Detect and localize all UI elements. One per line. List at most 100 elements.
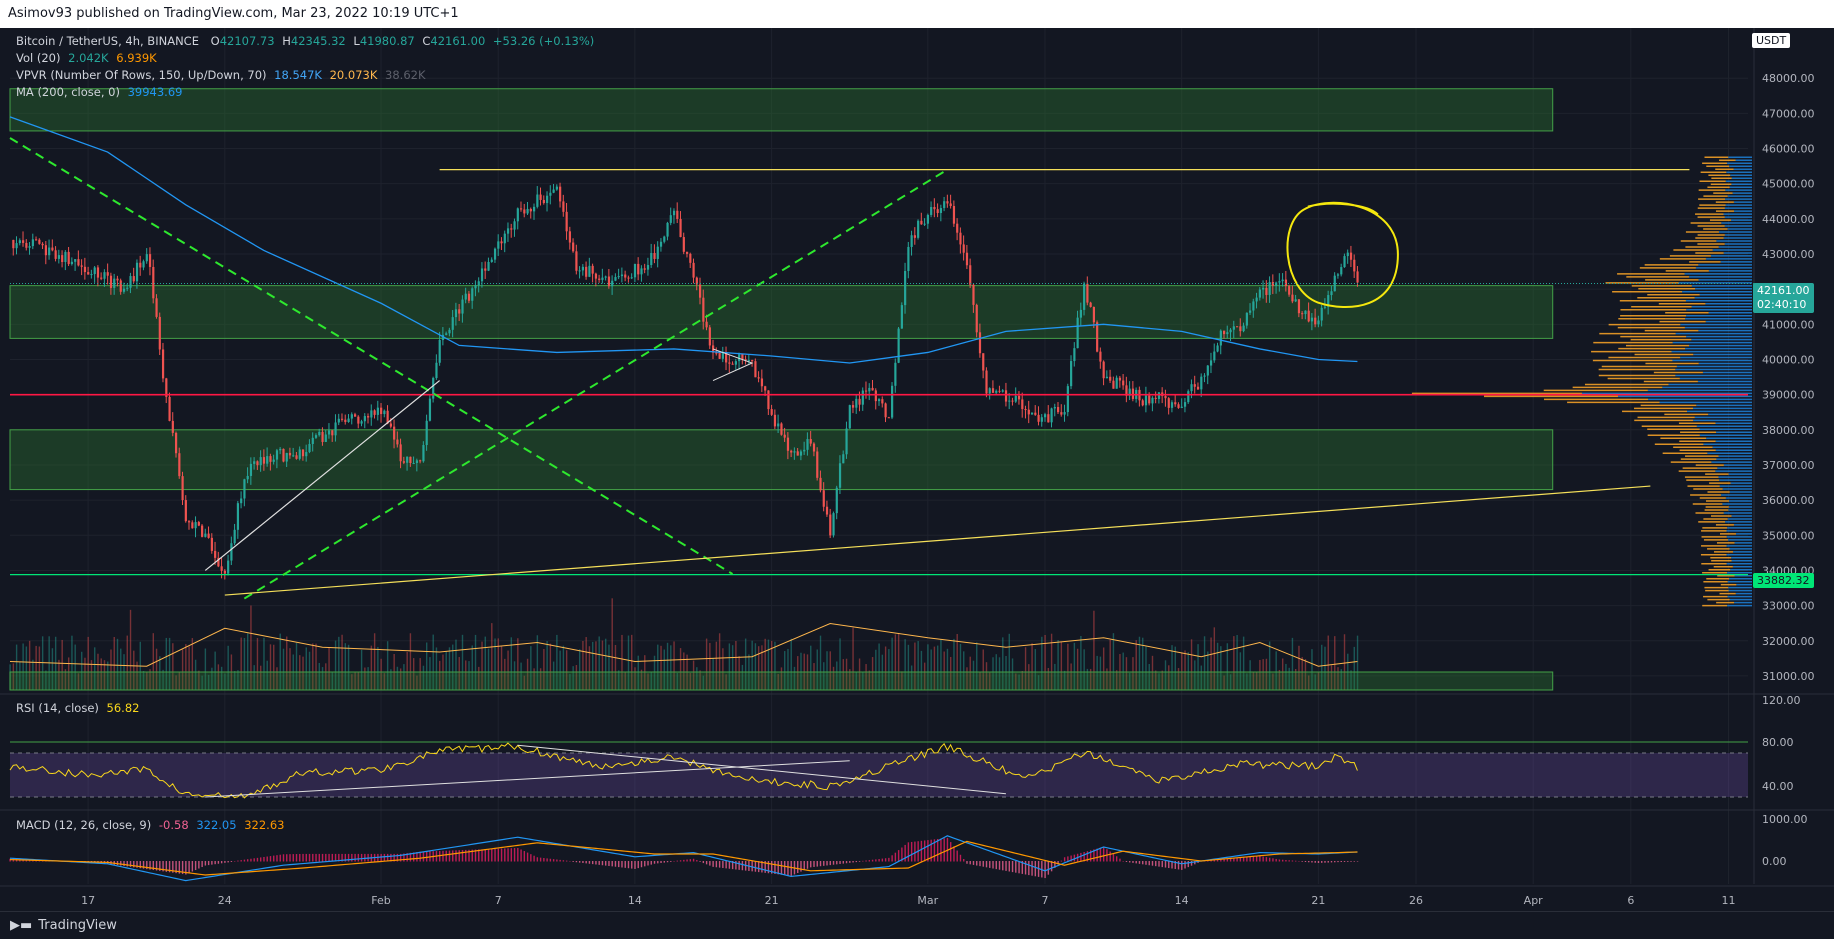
candle-body: [1190, 384, 1193, 392]
candle-body: [617, 276, 620, 278]
footer-brand: TradingView: [38, 918, 117, 933]
macd-hist-bar: [1122, 861, 1124, 862]
candle-body: [314, 435, 318, 438]
candle-body: [939, 208, 943, 213]
macd-hist-bar: [1301, 861, 1303, 862]
candle-body: [1222, 330, 1226, 335]
price-axis: 48000.00 47000.00 46000.00 45000.00 44000.00…: [1762, 72, 1815, 868]
candle-body: [988, 388, 991, 394]
macd-hist-bar: [608, 861, 610, 866]
macd-hist-bar: [360, 853, 363, 862]
candle-body: [1053, 407, 1056, 409]
candle-body: [581, 266, 585, 271]
candle-body: [578, 270, 581, 272]
candle-body: [109, 275, 113, 288]
candle-body: [1011, 400, 1014, 402]
macd-hist-bar: [826, 861, 828, 866]
candle-body: [1070, 361, 1073, 387]
macd-hist-bar: [611, 861, 613, 867]
candle-body: [1213, 351, 1216, 361]
candle-body: [194, 522, 197, 529]
candle-body: [432, 378, 435, 399]
candle-body: [523, 209, 526, 214]
macd-hist-bar: [1350, 861, 1352, 862]
candle-body: [266, 456, 269, 464]
candle-body: [630, 277, 633, 279]
candle-body: [145, 254, 148, 262]
candle-body: [529, 208, 532, 212]
candle-body: [923, 223, 926, 225]
close-value: 42161.00: [430, 34, 486, 48]
macd-hist-bar: [263, 856, 265, 862]
candle-body: [952, 206, 956, 224]
macd-hist-bar: [282, 854, 285, 862]
candle-body: [682, 237, 685, 252]
candle-body: [829, 514, 832, 536]
candle-body: [995, 390, 998, 393]
price-tick-label: 33000.00: [1762, 600, 1815, 613]
macd-hist-bar: [1063, 857, 1066, 862]
candle-body: [562, 201, 565, 212]
macd-hist-bar: [1177, 861, 1180, 870]
macd-hist-bar: [1252, 856, 1255, 862]
macd-hist-bar: [191, 861, 194, 872]
macd-hist-bar: [1334, 861, 1336, 863]
macd-hist-bar: [852, 861, 854, 863]
candle-body: [1232, 326, 1235, 330]
candle-body: [1027, 409, 1030, 415]
macd-hist-bar: [1119, 858, 1121, 862]
candle-body: [646, 265, 650, 270]
macd-hist-bar: [536, 857, 539, 862]
candle-body: [406, 456, 409, 463]
candle-body: [119, 280, 122, 292]
macd-hist-bar: [709, 861, 711, 866]
candle-body: [884, 403, 887, 418]
candle-body: [1157, 392, 1161, 399]
candle-body: [142, 261, 145, 268]
macd-hist-bar: [878, 858, 880, 862]
macd-hist-bar: [526, 852, 529, 862]
candle-body: [87, 272, 90, 275]
macd-hist-bar: [1109, 851, 1111, 862]
macd-hist-bar: [194, 861, 197, 871]
candle-body: [1255, 297, 1258, 302]
macd-hist-bar: [1272, 858, 1274, 862]
candle-body: [708, 327, 711, 346]
candle-body: [692, 262, 695, 278]
candle-body: [868, 387, 871, 392]
candle-body: [220, 566, 223, 571]
price-chart[interactable]: 48000.00 47000.00 46000.00 45000.00 44000.00…: [0, 28, 1834, 911]
candle-body: [445, 333, 448, 335]
macd-hist-bar: [237, 860, 239, 862]
candle-body: [679, 218, 682, 238]
macd-hist-bar: [1330, 861, 1333, 863]
macd-hist-bar: [1337, 861, 1339, 863]
candle-body: [1310, 317, 1314, 322]
candle-body: [311, 437, 314, 444]
candle-body: [272, 459, 275, 462]
candle-body: [666, 222, 669, 237]
macd-hist-bar: [631, 861, 633, 869]
candle-body: [572, 242, 575, 252]
candle-body: [409, 456, 412, 464]
candle-body: [643, 268, 646, 270]
candle-body: [757, 377, 760, 379]
macd-hist-bar: [858, 861, 861, 862]
candle-body: [591, 265, 594, 274]
candle-body: [1170, 402, 1174, 408]
macd-hist-bar: [1002, 861, 1004, 871]
macd-hist-bar: [445, 850, 447, 862]
currency-label[interactable]: USDT: [1752, 33, 1791, 48]
macd-hist-bar: [627, 861, 630, 869]
candle-body: [1239, 326, 1242, 332]
low-value: 41980.87: [359, 34, 415, 48]
candle-body: [770, 409, 773, 415]
publisher-bar: Asimov93 published on TradingView.com, M…: [0, 0, 1834, 28]
candle-body: [353, 414, 357, 417]
candle-body: [1252, 301, 1255, 311]
candle-body: [12, 239, 15, 249]
macd-hist-bar: [868, 860, 871, 862]
price-tick-label: 46000.00: [1762, 143, 1815, 156]
macd-hist-bar: [689, 859, 692, 862]
support-resistance-zone: [9, 429, 1554, 491]
